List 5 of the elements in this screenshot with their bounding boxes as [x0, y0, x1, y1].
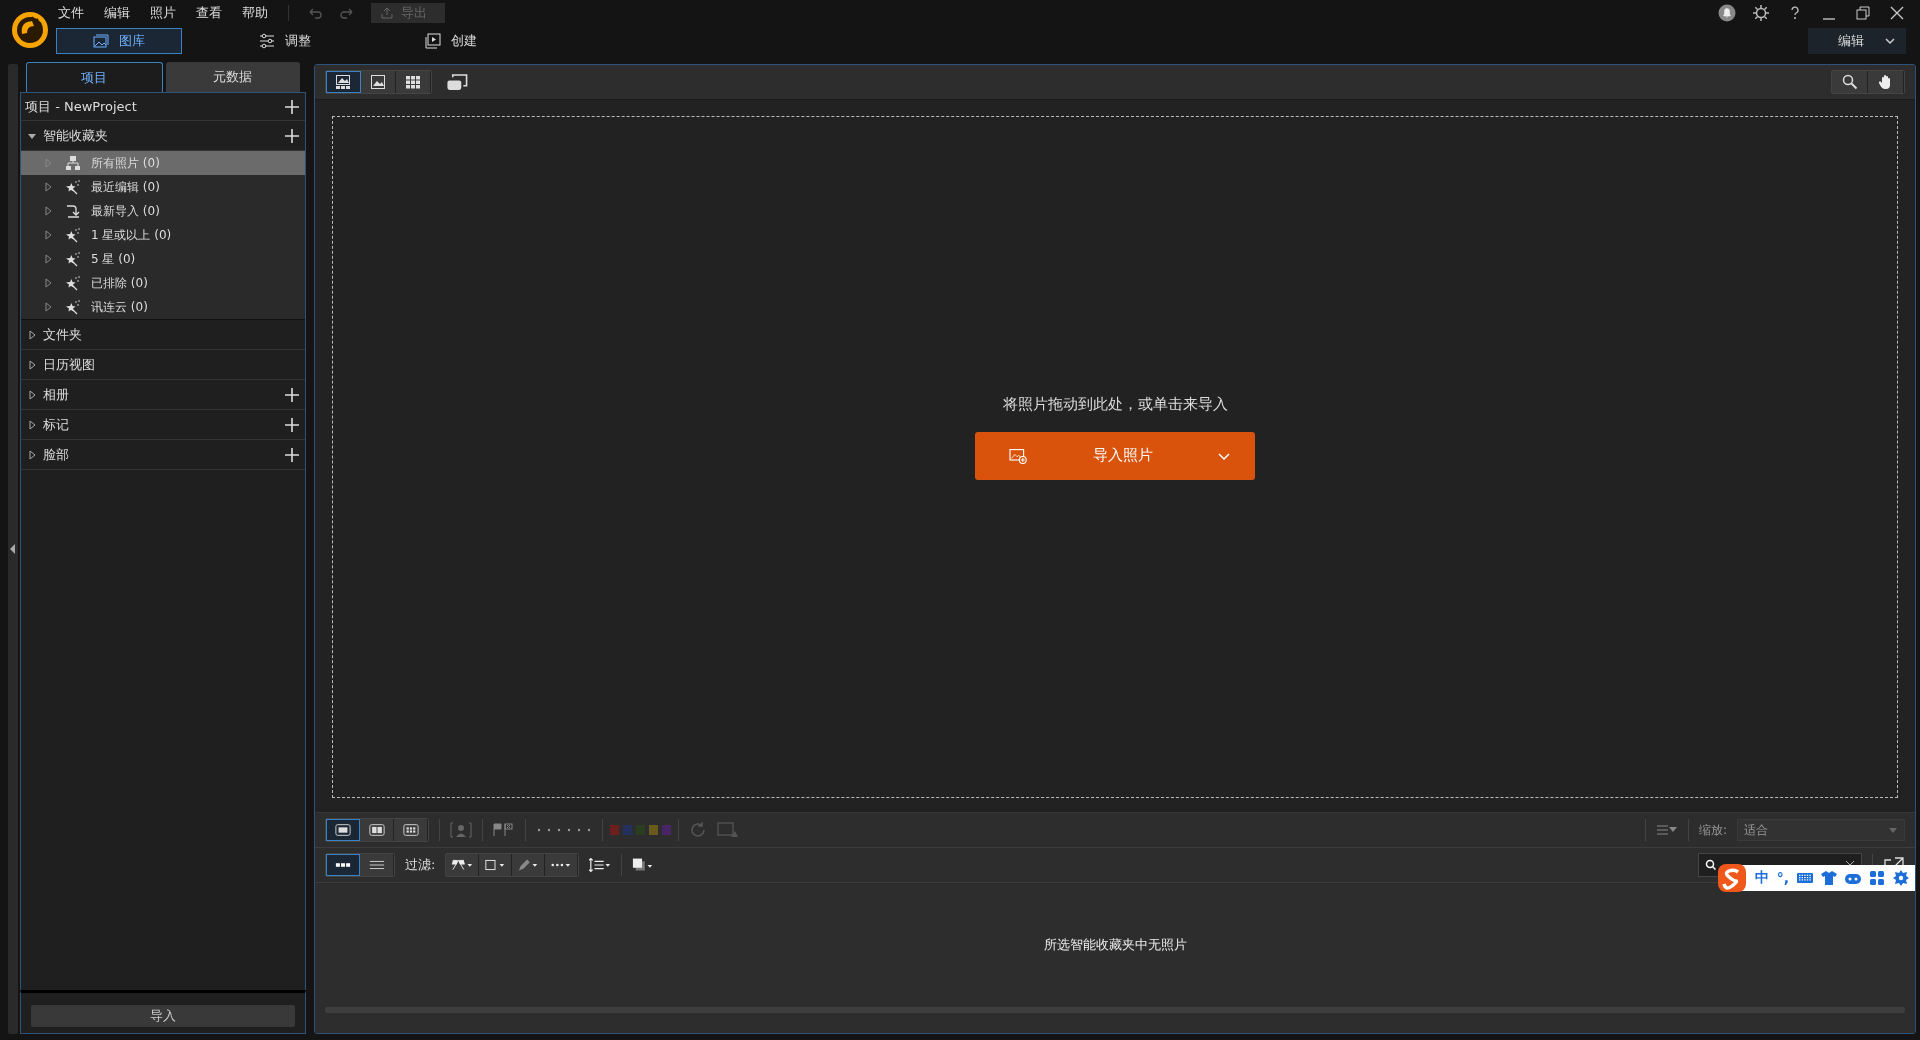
project-title: 项目 - NewProject: [25, 97, 138, 116]
drop-hint: 将照片拖动到此处，或单击来导入: [1002, 394, 1228, 414]
zoom-label: 缩放:: [1698, 821, 1727, 839]
filter-label: 过滤:: [405, 856, 436, 874]
empty-message: 所选智能收藏夹中无照片: [1043, 936, 1187, 954]
